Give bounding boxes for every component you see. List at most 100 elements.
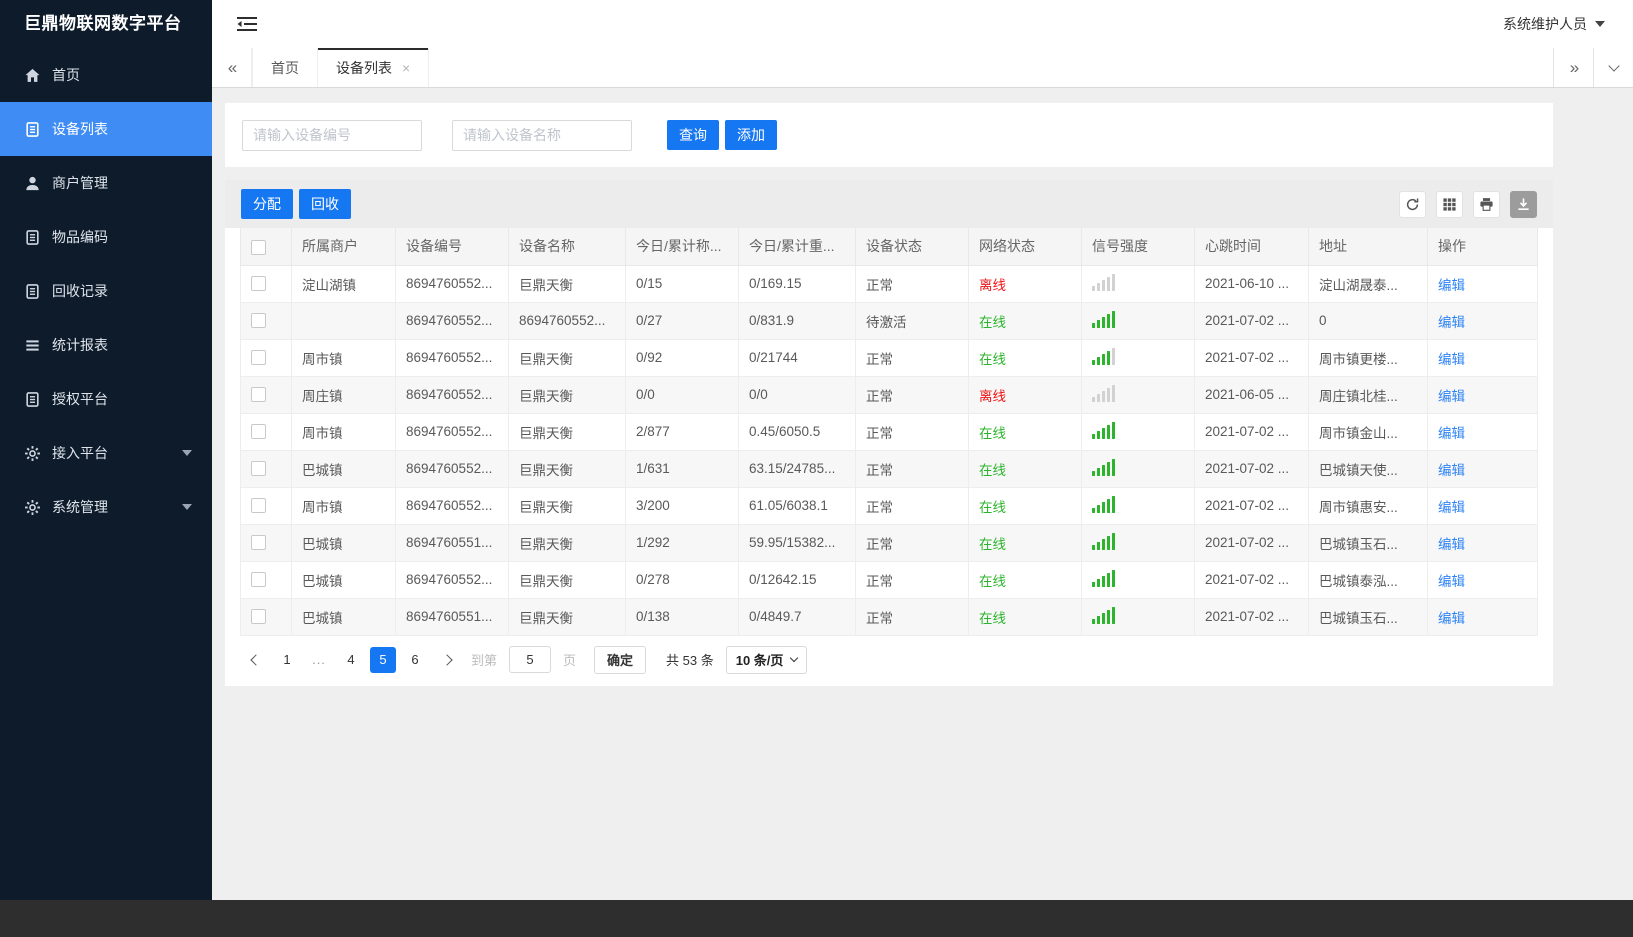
operation-cell: 编辑 <box>1427 301 1538 340</box>
page-numbers: 1... 4 5 6 <box>271 646 431 673</box>
row-checkbox[interactable] <box>251 276 266 292</box>
sidebar-collapse-icon[interactable] <box>236 15 258 33</box>
sidebar-item-auth-platform[interactable]: 授权平台 <box>0 372 212 426</box>
assign-button[interactable]: 分配 <box>241 189 293 219</box>
row-checkbox[interactable] <box>251 387 266 403</box>
sidebar-item-label: 首页 <box>52 67 80 83</box>
today-weight-cell: 59.95/15382... <box>738 523 856 562</box>
merchant-cell: 巴城镇 <box>291 449 396 488</box>
edit-link[interactable]: 编辑 <box>1438 278 1465 293</box>
page-number[interactable]: 1 <box>274 647 300 673</box>
address-cell: 巴城镇泰泓... <box>1308 560 1428 599</box>
device-no-input[interactable] <box>242 119 422 151</box>
tabs-scroll-left-icon[interactable]: « <box>212 48 252 87</box>
device-name-cell: 巨鼎天衡 <box>508 375 626 414</box>
sidebar-item-home[interactable]: 首页 <box>0 48 212 102</box>
user-menu[interactable]: 系统维护人员 <box>1503 14 1605 34</box>
device-name-input[interactable] <box>452 119 632 151</box>
edit-link[interactable]: 编辑 <box>1438 500 1465 515</box>
sidebar-item-reports[interactable]: 统计报表 <box>0 318 212 372</box>
signal-strength-cell <box>1081 523 1195 562</box>
today-count-cell: 1/631 <box>625 449 739 488</box>
row-checkbox[interactable] <box>251 572 266 588</box>
address-cell: 淀山湖晟泰... <box>1308 264 1428 303</box>
row-checkbox[interactable] <box>251 498 266 514</box>
edit-link[interactable]: 编辑 <box>1438 537 1465 552</box>
network-status-cell: 离线 <box>968 264 1082 303</box>
printer-icon[interactable] <box>1473 190 1500 218</box>
signal-strength-cell <box>1081 449 1195 488</box>
heartbeat-cell: 2021-06-10 ... <box>1194 264 1309 303</box>
main-area: 系统维护人员 « 首页 设备列表 × » 查询 <box>212 0 1633 900</box>
device-no-cell: 8694760552... <box>395 338 509 377</box>
address-cell: 周市镇惠安... <box>1308 486 1428 525</box>
page-size-select[interactable]: 10 条/页 <box>725 645 808 674</box>
sidebar-item-device-list[interactable]: 设备列表 <box>0 102 212 156</box>
edit-link[interactable]: 编辑 <box>1438 315 1465 330</box>
gear-icon <box>24 499 41 516</box>
sidebar-item-label: 物品编码 <box>52 229 108 245</box>
operation-cell: 编辑 <box>1427 560 1538 599</box>
edit-link[interactable]: 编辑 <box>1438 426 1465 441</box>
sidebar-item-system-management[interactable]: 系统管理 <box>0 480 212 534</box>
chevron-down-icon <box>790 653 799 663</box>
tabs-scroll-right-icon[interactable]: » <box>1553 48 1593 87</box>
edit-link[interactable]: 编辑 <box>1438 352 1465 367</box>
column-header: 信号强度 <box>1081 228 1195 266</box>
row-checkbox[interactable] <box>251 609 266 625</box>
row-checkbox[interactable] <box>251 313 266 329</box>
row-checkbox[interactable] <box>251 535 266 551</box>
device-status-cell: 正常 <box>855 597 969 636</box>
sidebar-item-access-platform[interactable]: 接入平台 <box>0 426 212 480</box>
operation-cell: 编辑 <box>1427 412 1538 451</box>
tabs-menu-icon[interactable] <box>1593 48 1633 87</box>
table-row: 巴城镇 8694760552... 巨鼎天衡 0/278 0/12642.15 正常 在线 2… <box>240 560 1538 599</box>
grid-icon[interactable] <box>1436 190 1463 218</box>
network-status-cell: 离线 <box>968 375 1082 414</box>
sidebar-item-recycle-records[interactable]: 回收记录 <box>0 264 212 318</box>
page-number[interactable]: 4 <box>338 647 364 673</box>
device-name-cell: 巨鼎天衡 <box>508 523 626 562</box>
tab-device-list[interactable]: 设备列表 × <box>318 48 430 87</box>
device-no-cell: 8694760552... <box>395 264 509 303</box>
signal-strength-cell <box>1081 412 1195 451</box>
sidebar-item-item-codes[interactable]: 物品编码 <box>0 210 212 264</box>
device-no-cell: 8694760552... <box>395 301 509 340</box>
edit-link[interactable]: 编辑 <box>1438 574 1465 589</box>
row-checkbox[interactable] <box>251 350 266 366</box>
edit-link[interactable]: 编辑 <box>1438 389 1465 404</box>
add-button[interactable]: 添加 <box>725 120 777 150</box>
prev-page-icon[interactable] <box>241 647 267 673</box>
column-header: 操作 <box>1427 228 1538 266</box>
row-checkbox[interactable] <box>251 461 266 477</box>
column-header: 今日/累计称... <box>625 228 739 266</box>
today-weight-cell: 0/12642.15 <box>738 560 856 599</box>
close-icon[interactable]: × <box>402 60 410 76</box>
refresh-icon[interactable] <box>1399 190 1426 218</box>
next-page-icon[interactable] <box>435 647 461 673</box>
column-header: 设备状态 <box>855 228 969 266</box>
row-checkbox[interactable] <box>251 424 266 440</box>
total-count-label: 共 53 条 <box>666 653 714 668</box>
edit-link[interactable]: 编辑 <box>1438 463 1465 478</box>
recycle-button[interactable]: 回收 <box>299 189 351 219</box>
tab-home[interactable]: 首页 <box>252 48 318 87</box>
download-icon[interactable] <box>1510 190 1537 218</box>
goto-page-input[interactable] <box>509 646 552 673</box>
page-number-active[interactable]: 5 <box>370 646 396 673</box>
page-number[interactable]: 6 <box>402 647 428 673</box>
edit-link[interactable]: 编辑 <box>1438 611 1465 626</box>
column-header: 地址 <box>1308 228 1428 266</box>
sidebar-item-merchants[interactable]: 商户管理 <box>0 156 212 210</box>
signal-strength-cell <box>1081 486 1195 525</box>
user-name: 系统维护人员 <box>1503 16 1587 32</box>
operation-cell: 编辑 <box>1427 449 1538 488</box>
goto-label: 到第 <box>471 653 498 668</box>
operation-cell: 编辑 <box>1427 597 1538 636</box>
confirm-page-button[interactable]: 确定 <box>594 645 647 674</box>
device-status-cell: 正常 <box>855 375 969 414</box>
heartbeat-cell: 2021-07-02 ... <box>1194 560 1309 599</box>
select-all-checkbox[interactable] <box>251 239 266 255</box>
query-button[interactable]: 查询 <box>667 120 719 150</box>
signal-bars-icon <box>1092 569 1115 587</box>
